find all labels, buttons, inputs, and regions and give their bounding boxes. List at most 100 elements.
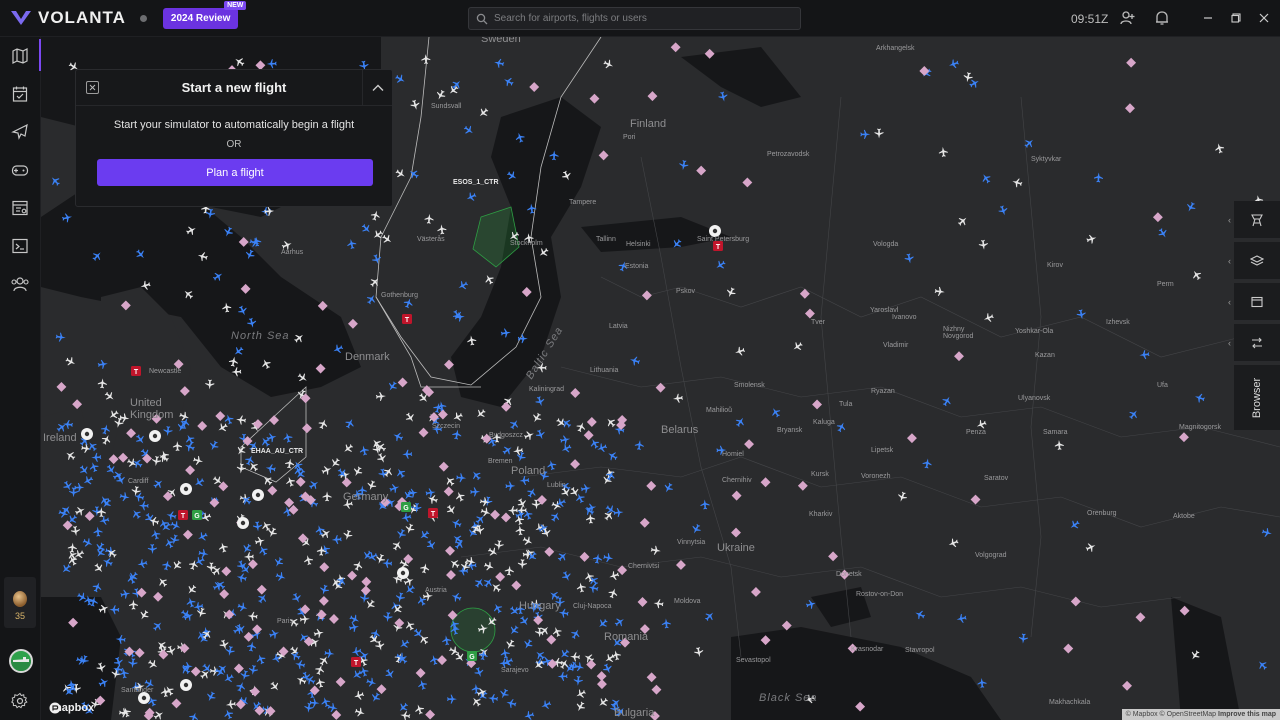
airport-marker[interactable] — [589, 93, 600, 104]
aircraft-icon[interactable] — [560, 442, 573, 455]
aircraft-icon[interactable] — [272, 556, 285, 569]
aircraft-icon[interactable] — [425, 539, 438, 552]
aircraft-icon[interactable] — [351, 646, 363, 657]
airport-marker[interactable] — [437, 409, 448, 420]
aircraft-icon[interactable] — [348, 622, 360, 633]
aircraft-icon[interactable] — [64, 355, 77, 368]
aircraft-icon[interactable] — [473, 666, 485, 678]
aircraft-icon[interactable] — [448, 557, 461, 570]
airport-marker[interactable] — [799, 288, 810, 299]
aircraft-icon[interactable] — [341, 442, 354, 455]
aircraft-icon[interactable] — [138, 501, 149, 511]
aircraft-icon[interactable] — [120, 589, 132, 600]
aircraft-icon[interactable] — [450, 517, 463, 529]
aircraft-icon[interactable] — [128, 658, 138, 669]
aircraft-icon[interactable] — [360, 222, 373, 235]
aircraft-icon[interactable] — [465, 191, 478, 203]
aircraft-icon[interactable] — [521, 535, 534, 548]
aircraft-icon[interactable] — [1054, 440, 1064, 451]
aircraft-icon[interactable] — [661, 618, 671, 629]
aircraft-icon[interactable] — [540, 699, 553, 711]
aircraft-icon[interactable] — [236, 463, 246, 474]
aircraft-icon[interactable] — [977, 677, 987, 689]
aircraft-icon[interactable] — [314, 663, 326, 675]
airport-marker[interactable] — [243, 631, 254, 642]
airport-marker[interactable] — [637, 597, 648, 607]
aircraft-icon[interactable] — [769, 406, 782, 419]
map-tool-trails[interactable]: ‹ — [1228, 201, 1280, 239]
aircraft-icon[interactable] — [185, 583, 198, 596]
airport-marker[interactable] — [501, 512, 511, 523]
airport-marker[interactable] — [445, 545, 455, 556]
aircraft-icon[interactable] — [366, 479, 378, 491]
airport-marker[interactable] — [197, 420, 208, 431]
aircraft-icon[interactable] — [603, 552, 614, 563]
aircraft-icon[interactable] — [282, 432, 293, 444]
aircraft-icon[interactable] — [592, 553, 602, 564]
airport-marker[interactable] — [331, 710, 342, 720]
aircraft-icon[interactable] — [400, 512, 412, 523]
aircraft-icon[interactable] — [170, 559, 183, 572]
aircraft-icon[interactable] — [997, 204, 1009, 216]
aircraft-icon[interactable] — [602, 58, 615, 70]
aircraft-icon[interactable] — [392, 430, 405, 442]
aircraft-icon[interactable] — [613, 507, 624, 518]
aircraft-icon[interactable] — [240, 494, 253, 507]
aircraft-icon[interactable] — [160, 686, 170, 698]
aircraft-icon[interactable] — [1127, 408, 1140, 421]
aircraft-icon[interactable] — [179, 663, 192, 676]
aircraft-icon[interactable] — [359, 445, 370, 457]
aircraft-icon[interactable] — [369, 691, 382, 704]
aircraft-icon[interactable] — [1086, 233, 1098, 245]
aircraft-icon[interactable] — [91, 581, 103, 594]
aircraft-icon[interactable] — [519, 475, 530, 486]
aircraft-icon[interactable] — [342, 529, 353, 541]
aircraft-icon[interactable] — [240, 542, 253, 555]
aircraft-icon[interactable] — [505, 481, 516, 491]
aircraft-icon[interactable] — [291, 592, 303, 605]
review-badge[interactable]: 2024 Review NEW — [162, 0, 247, 29]
airport-marker[interactable] — [828, 551, 839, 562]
aircraft-icon[interactable] — [587, 583, 599, 594]
aircraft-icon[interactable] — [384, 667, 397, 680]
airport-marker[interactable] — [136, 587, 147, 598]
aircraft-icon[interactable] — [523, 429, 536, 441]
aircraft-icon[interactable] — [235, 415, 247, 425]
airport-marker[interactable] — [1179, 432, 1189, 443]
aircraft-icon[interactable] — [294, 659, 306, 670]
aircraft-icon[interactable] — [198, 548, 209, 559]
aircraft-icon[interactable] — [1261, 527, 1273, 538]
aircraft-icon[interactable] — [169, 519, 182, 531]
atc-label-esos[interactable]: ESOS_1_CTR — [453, 179, 499, 186]
airport-marker[interactable] — [446, 570, 456, 580]
aircraft-icon[interactable] — [860, 129, 871, 139]
airport-marker[interactable] — [56, 381, 67, 392]
aircraft-icon[interactable] — [980, 172, 993, 185]
map-attribution[interactable]: © Mapbox © OpenStreetMap Improve this ma… — [1121, 709, 1280, 720]
aircraft-icon[interactable] — [128, 599, 138, 610]
aircraft-icon[interactable] — [254, 536, 266, 547]
aircraft-icon[interactable] — [252, 521, 263, 532]
aircraft-icon[interactable] — [161, 559, 172, 571]
aircraft-icon[interactable] — [410, 99, 421, 111]
aircraft-icon[interactable] — [956, 214, 969, 227]
airport-marker[interactable] — [438, 461, 449, 472]
aircraft-icon[interactable] — [138, 609, 151, 622]
aircraft-icon[interactable] — [383, 611, 393, 623]
aircraft-icon[interactable] — [634, 440, 644, 451]
aircraft-icon[interactable] — [491, 602, 504, 615]
aircraft-icon[interactable] — [482, 576, 495, 589]
sidebar-item-simulator[interactable] — [9, 159, 31, 181]
aircraft-icon[interactable] — [968, 77, 981, 90]
airport-marker[interactable] — [495, 571, 506, 582]
airport-marker[interactable] — [744, 439, 755, 450]
airport-marker[interactable] — [646, 672, 657, 683]
aircraft-icon[interactable] — [451, 411, 464, 424]
aircraft-icon[interactable] — [693, 647, 704, 658]
aircraft-icon[interactable] — [236, 572, 248, 583]
improve-map-link[interactable]: Improve this map — [1218, 711, 1276, 718]
aircraft-icon[interactable] — [530, 411, 543, 424]
airport-marker[interactable] — [376, 684, 387, 695]
airport-marker[interactable] — [153, 591, 163, 602]
aircraft-icon[interactable] — [718, 91, 729, 103]
